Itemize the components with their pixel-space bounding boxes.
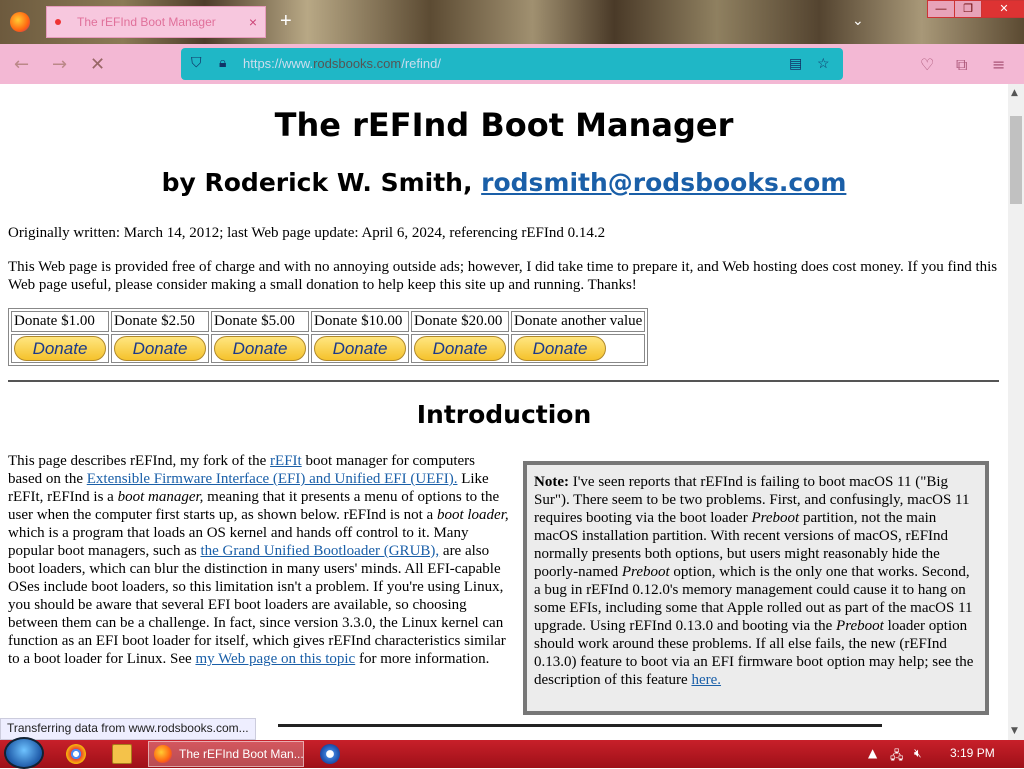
- shield-icon[interactable]: ⛉: [191, 56, 202, 72]
- donate-button[interactable]: Donate: [214, 336, 306, 361]
- window-controls: — ❐ ✕: [927, 0, 1024, 18]
- file-explorer-icon[interactable]: [112, 744, 132, 764]
- scrollbar-thumb[interactable]: [1010, 116, 1022, 204]
- note-here-link[interactable]: here.: [691, 672, 721, 688]
- donate-button[interactable]: Donate: [114, 336, 206, 361]
- author-email-link[interactable]: rodsmith@rodsbooks.com: [481, 168, 846, 197]
- page-title: The rEFInd Boot Manager: [274, 106, 734, 144]
- bookmark-star-icon[interactable]: ☆: [817, 56, 830, 73]
- author-line: by Roderick W. Smith, rodsmith@rodsbooks…: [0, 168, 1008, 197]
- tab-loading-icon: [55, 19, 61, 25]
- address-bar[interactable]: ⛉ 🔒︎ https://www.rodsbooks.com/refind/ ▤…: [181, 48, 843, 80]
- macos-note-box: Note: I've seen reports that rEFInd is f…: [523, 461, 989, 715]
- introduction-heading: Introduction: [416, 400, 592, 429]
- maximize-button[interactable]: ❐: [954, 0, 982, 18]
- volume-muted-icon[interactable]: 🔇︎: [914, 746, 922, 761]
- donate-button[interactable]: Donate: [314, 336, 406, 361]
- stop-loading-icon[interactable]: ✕: [90, 54, 105, 75]
- section-divider: [8, 380, 999, 382]
- scroll-down-arrow-icon[interactable]: ▼: [1011, 726, 1018, 736]
- efi-stub-link[interactable]: my Web page on this topic: [195, 651, 355, 667]
- minimize-button[interactable]: —: [927, 0, 955, 18]
- forward-arrow-icon[interactable]: →: [52, 54, 67, 75]
- donate-button[interactable]: Donate: [414, 336, 506, 361]
- donate-label: Donate $5.00: [211, 311, 309, 332]
- donate-label: Donate $1.00: [11, 311, 109, 332]
- note-label: Note:: [534, 474, 569, 490]
- network-icon[interactable]: 🖧︎: [890, 746, 903, 767]
- efi-uefi-link[interactable]: Extensible Firmware Interface (EFI) and …: [87, 471, 458, 487]
- donate-label: Donate $2.50: [111, 311, 209, 332]
- url-text[interactable]: https://www.rodsbooks.com/refind/: [243, 56, 441, 71]
- start-button[interactable]: [4, 737, 44, 769]
- back-arrow-icon[interactable]: ←: [14, 54, 29, 75]
- browser-taskbar-icon[interactable]: [320, 744, 340, 764]
- tab-close-icon[interactable]: ×: [249, 14, 257, 30]
- pocket-icon[interactable]: ♡: [920, 55, 934, 74]
- donate-button[interactable]: Donate: [514, 336, 606, 361]
- firefox-icon[interactable]: [10, 12, 30, 32]
- close-window-button[interactable]: ✕: [981, 0, 1024, 18]
- grub-link[interactable]: the Grand Unified Bootloader (GRUB),: [200, 543, 439, 559]
- web-page-content: The rEFInd Boot Manager by Roderick W. S…: [0, 84, 1008, 724]
- chrome-icon[interactable]: [66, 744, 86, 764]
- donate-label: Donate another value: [511, 311, 646, 332]
- browser-title-bar: The rEFInd Boot Manager × + ⌄ — ❐ ✕: [0, 0, 1024, 44]
- firefox-taskbar-icon: [154, 745, 172, 763]
- page-image-edge: [278, 724, 882, 727]
- reader-view-icon[interactable]: ▤: [789, 56, 802, 73]
- donate-label: Donate $10.00: [311, 311, 409, 332]
- status-bar: Transferring data from www.rodsbooks.com…: [0, 718, 256, 740]
- donation-paragraph: This Web page is provided free of charge…: [8, 259, 998, 293]
- donation-table: Donate $1.00 Donate $2.50 Donate $5.00 D…: [8, 308, 649, 366]
- lock-icon[interactable]: 🔒︎: [219, 56, 226, 72]
- scroll-up-arrow-icon[interactable]: ▲: [1011, 88, 1018, 98]
- extensions-icon[interactable]: ⧉: [956, 55, 967, 75]
- dates-line: Originally written: March 14, 2012; last…: [8, 225, 606, 241]
- introduction-paragraph: This page describes rEFInd, my fork of t…: [8, 453, 509, 667]
- new-tab-button[interactable]: +: [280, 10, 292, 33]
- donate-label: Donate $20.00: [411, 311, 509, 332]
- show-hidden-icons-icon[interactable]: ▲: [868, 746, 877, 760]
- donate-button[interactable]: Donate: [14, 336, 106, 361]
- tab-title: The rEFInd Boot Manager: [77, 15, 216, 29]
- taskbar-clock[interactable]: 3:19 PM: [950, 746, 995, 760]
- refit-link[interactable]: rEFIt: [270, 453, 302, 469]
- author-name: by Roderick W. Smith,: [161, 168, 482, 197]
- tab-list-chevron-icon[interactable]: ⌄: [852, 12, 864, 29]
- browser-tab[interactable]: The rEFInd Boot Manager ×: [46, 6, 266, 38]
- menu-hamburger-icon[interactable]: ≡: [992, 55, 1005, 74]
